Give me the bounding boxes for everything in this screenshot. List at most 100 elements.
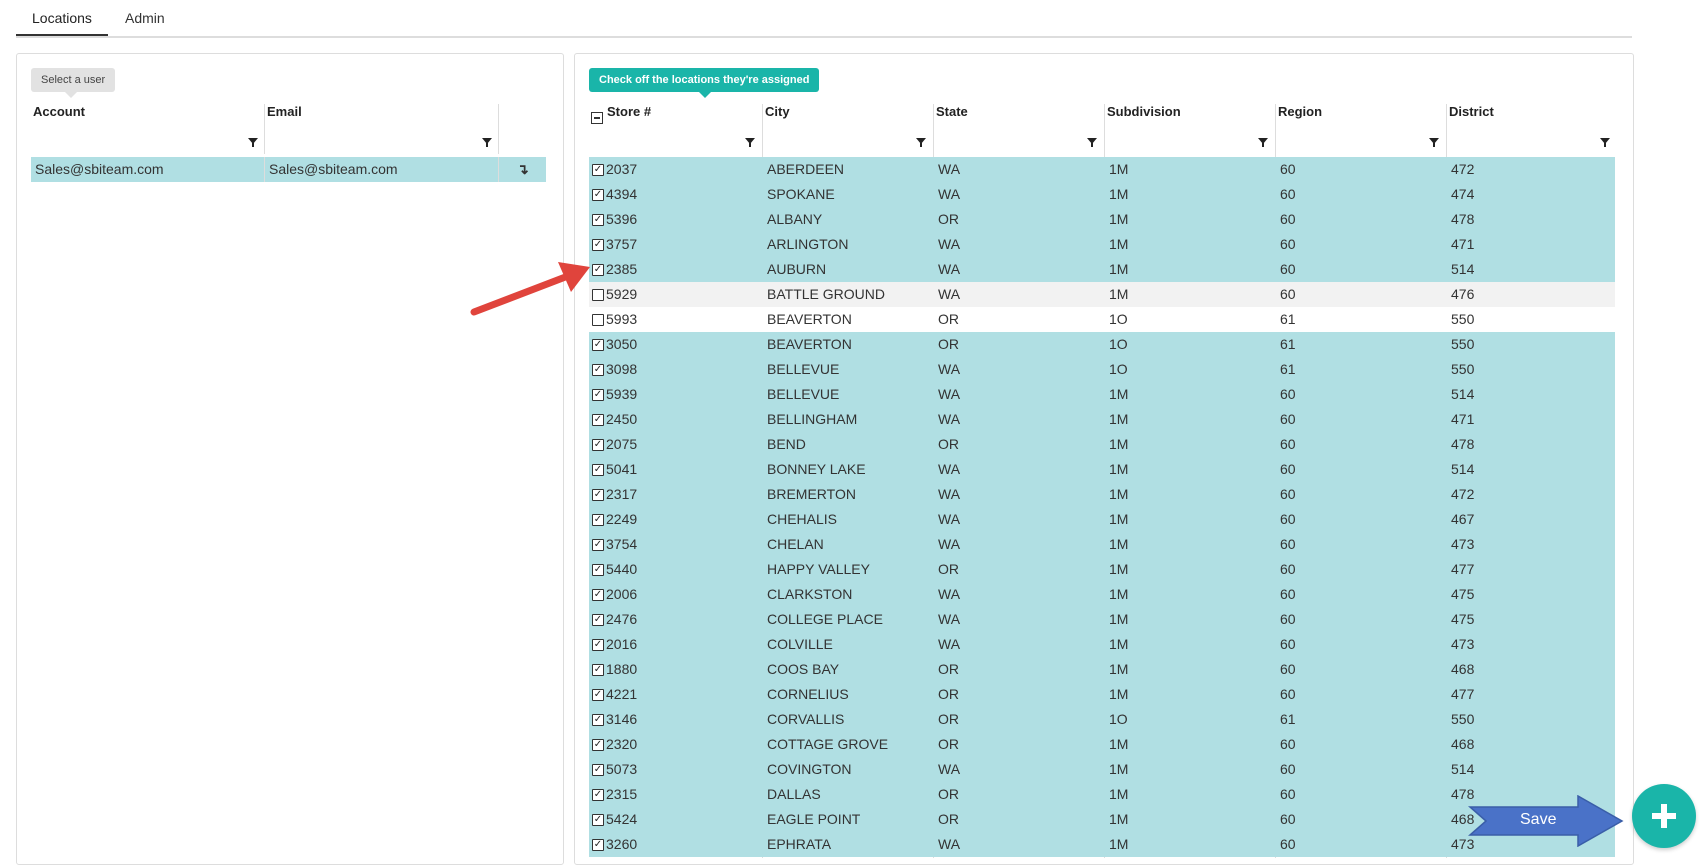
cell-state: WA [938, 286, 961, 302]
location-checkbox[interactable]: ✓ [592, 364, 604, 376]
location-checkbox[interactable]: ✓ [592, 639, 604, 651]
tab-admin[interactable]: Admin [125, 10, 165, 26]
location-checkbox[interactable]: ✓ [592, 439, 604, 451]
location-checkbox[interactable]: ✓ [592, 714, 604, 726]
cell-region: 60 [1280, 836, 1296, 852]
table-row[interactable]: ✓ 2037 ABERDEEN WA 1M 60 472 [589, 157, 1615, 182]
cell-store: 2006 [606, 586, 638, 602]
location-checkbox[interactable]: ✓ [592, 739, 604, 751]
location-checkbox[interactable]: ✓ [592, 539, 604, 551]
location-checkbox[interactable]: ✓ [592, 339, 604, 351]
cell-city: CORNELIUS [767, 686, 849, 702]
cell-district: 514 [1451, 386, 1475, 402]
location-checkbox[interactable]: ✓ [592, 664, 604, 676]
cell-state: WA [938, 411, 961, 427]
location-checkbox[interactable]: ✓ [592, 564, 604, 576]
table-row[interactable]: ✓ 2315 DALLAS OR 1M 60 478 [589, 782, 1615, 807]
table-row[interactable]: 5929 BATTLE GROUND WA 1M 60 476 [589, 282, 1615, 307]
add-button[interactable] [1632, 784, 1696, 848]
column-header-store[interactable]: Store # [607, 104, 651, 119]
cell-store: 3757 [606, 236, 638, 252]
location-checkbox[interactable]: ✓ [592, 814, 604, 826]
table-row[interactable]: ✓ 2450 BELLINGHAM WA 1M 60 471 [589, 407, 1615, 432]
cell-city: BREMERTON [767, 486, 856, 502]
table-row[interactable]: ✓ 3757 ARLINGTON WA 1M 60 471 [589, 232, 1615, 257]
table-row[interactable]: ✓ 2006 CLARKSTON WA 1M 60 475 [589, 582, 1615, 607]
cell-store: 5041 [606, 461, 638, 477]
cell-district: 467 [1451, 511, 1475, 527]
column-header-account[interactable]: Account [33, 104, 85, 119]
cell-subdivision: 1M [1109, 411, 1129, 427]
table-row[interactable]: ✓ 3050 BEAVERTON OR 1O 61 550 [589, 332, 1615, 357]
location-checkbox[interactable]: ✓ [592, 489, 604, 501]
column-header-city[interactable]: City [765, 104, 790, 119]
filter-icon[interactable] [1429, 138, 1439, 147]
cell-state: WA [938, 161, 961, 177]
location-checkbox[interactable]: ✓ [592, 414, 604, 426]
location-checkbox[interactable]: ✓ [592, 689, 604, 701]
cell-store: 2075 [606, 436, 638, 452]
table-row[interactable]: ✓ 5424 EAGLE POINT OR 1M 60 468 [589, 807, 1615, 832]
table-row[interactable]: ✓ 3754 CHELAN WA 1M 60 473 [589, 532, 1615, 557]
location-checkbox[interactable]: ✓ [592, 189, 604, 201]
table-row[interactable]: ✓ 5440 HAPPY VALLEY OR 1M 60 477 [589, 557, 1615, 582]
filter-icon[interactable] [248, 138, 258, 147]
location-checkbox[interactable]: ✓ [592, 789, 604, 801]
column-header-district[interactable]: District [1449, 104, 1494, 119]
location-checkbox[interactable]: ✓ [592, 389, 604, 401]
table-row[interactable]: ✓ 5073 COVINGTON WA 1M 60 514 [589, 757, 1615, 782]
table-row[interactable]: ✓ 5041 BONNEY LAKE WA 1M 60 514 [589, 457, 1615, 482]
save-button[interactable]: Save [1468, 795, 1624, 847]
cell-state: OR [938, 336, 959, 352]
cell-district: 514 [1451, 461, 1475, 477]
table-row[interactable]: ✓ 2385 AUBURN WA 1M 60 514 [589, 257, 1615, 282]
location-checkbox[interactable]: ✓ [592, 514, 604, 526]
cell-state: WA [938, 361, 961, 377]
user-row[interactable]: Sales@sbiteam.com Sales@sbiteam.com ↴ [31, 157, 546, 182]
table-row[interactable]: ✓ 5939 BELLEVUE WA 1M 60 514 [589, 382, 1615, 407]
expand-icon[interactable]: ↴ [517, 161, 529, 178]
table-row[interactable]: ✓ 4394 SPOKANE WA 1M 60 474 [589, 182, 1615, 207]
table-row[interactable]: ✓ 1880 COOS BAY OR 1M 60 468 [589, 657, 1615, 682]
table-row[interactable]: ✓ 2320 COTTAGE GROVE OR 1M 60 468 [589, 732, 1615, 757]
table-row[interactable]: ✓ 2075 BEND OR 1M 60 478 [589, 432, 1615, 457]
annotation-arrow [470, 262, 590, 316]
column-header-state[interactable]: State [936, 104, 968, 119]
table-row[interactable]: 5993 BEAVERTON OR 1O 61 550 [589, 307, 1615, 332]
location-checkbox[interactable]: ✓ [592, 464, 604, 476]
cell-district: 514 [1451, 761, 1475, 777]
cell-subdivision: 1M [1109, 286, 1129, 302]
column-header-region[interactable]: Region [1278, 104, 1322, 119]
location-checkbox[interactable]: ✓ [592, 589, 604, 601]
location-checkbox[interactable]: ✓ [592, 164, 604, 176]
cell-city: COVINGTON [767, 761, 852, 777]
table-row[interactable]: ✓ 5396 ALBANY OR 1M 60 478 [589, 207, 1615, 232]
location-checkbox[interactable]: ✓ [592, 239, 604, 251]
filter-icon[interactable] [482, 138, 492, 147]
table-row[interactable]: ✓ 2476 COLLEGE PLACE WA 1M 60 475 [589, 607, 1615, 632]
filter-icon[interactable] [916, 138, 926, 147]
table-row[interactable]: ✓ 3146 CORVALLIS OR 1O 61 550 [589, 707, 1615, 732]
location-checkbox[interactable]: ✓ [592, 614, 604, 626]
select-all-checkbox[interactable] [591, 112, 603, 124]
cell-state: OR [938, 811, 959, 827]
table-row[interactable]: ✓ 2317 BREMERTON WA 1M 60 472 [589, 482, 1615, 507]
column-header-subdivision[interactable]: Subdivision [1107, 104, 1181, 119]
tab-locations[interactable]: Locations [32, 10, 92, 26]
cell-subdivision: 1O [1109, 711, 1128, 727]
table-row[interactable]: ✓ 3098 BELLEVUE WA 1O 61 550 [589, 357, 1615, 382]
cell-store: 5939 [606, 386, 638, 402]
filter-icon[interactable] [745, 138, 755, 147]
cell-store: 2450 [606, 411, 638, 427]
filter-icon[interactable] [1600, 138, 1610, 147]
filter-icon[interactable] [1087, 138, 1097, 147]
table-row[interactable]: ✓ 2016 COLVILLE WA 1M 60 473 [589, 632, 1615, 657]
table-row[interactable]: ✓ 2249 CHEHALIS WA 1M 60 467 [589, 507, 1615, 532]
table-row[interactable]: ✓ 4221 CORNELIUS OR 1M 60 477 [589, 682, 1615, 707]
location-checkbox[interactable]: ✓ [592, 214, 604, 226]
column-header-email[interactable]: Email [267, 104, 302, 119]
location-checkbox[interactable]: ✓ [592, 839, 604, 851]
table-row[interactable]: ✓ 3260 EPHRATA WA 1M 60 473 [589, 832, 1615, 857]
location-checkbox[interactable]: ✓ [592, 764, 604, 776]
filter-icon[interactable] [1258, 138, 1268, 147]
